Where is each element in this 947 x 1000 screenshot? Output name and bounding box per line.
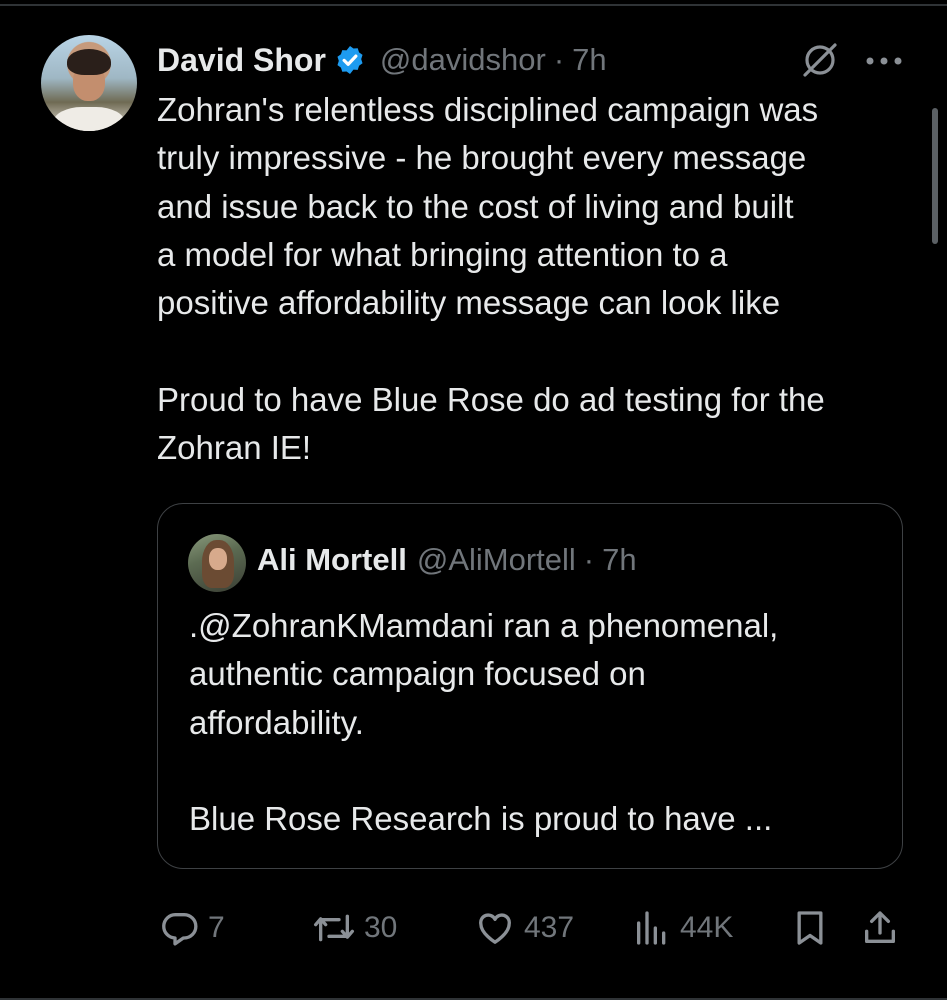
tweet-time[interactable]: 7h — [572, 42, 606, 78]
quoted-author-handle[interactable]: @AliMortell — [417, 542, 576, 578]
like-icon — [479, 913, 511, 944]
verified-badge-icon — [337, 46, 363, 74]
quoted-tweet-header: Ali Mortell @AliMortell · 7h — [257, 542, 637, 578]
reply-icon — [162, 912, 198, 946]
separator-dot: · — [553, 42, 565, 77]
like-count: 437 — [524, 911, 575, 944]
views-button[interactable]: 44K — [632, 900, 733, 956]
author-name[interactable]: David Shor — [157, 42, 326, 79]
share-button[interactable] — [860, 900, 900, 956]
like-button[interactable]: 437 — [474, 900, 574, 956]
repost-icon — [313, 914, 354, 942]
repost-count: 30 — [364, 911, 398, 944]
tweet-header: David Shor @davidshor · 7h — [157, 38, 607, 82]
quoted-author-avatar[interactable] — [188, 534, 246, 592]
views-icon — [637, 911, 666, 945]
more-icon[interactable] — [864, 56, 904, 66]
tweet-actions: 7 30 437 44K — [0, 900, 947, 956]
reply-button[interactable]: 7 — [160, 900, 225, 956]
views-count: 44K — [680, 911, 734, 944]
grok-icon[interactable] — [800, 40, 840, 80]
separator-dot: · — [583, 542, 595, 577]
repost-button[interactable]: 30 — [312, 900, 397, 956]
author-avatar[interactable] — [41, 35, 137, 131]
share-icon — [865, 911, 895, 943]
author-handle[interactable]: @davidshor — [380, 42, 546, 78]
quoted-tweet-time[interactable]: 7h — [602, 542, 636, 578]
quoted-author-name[interactable]: Ali Mortell — [257, 542, 407, 578]
quoted-tweet-text: .@ZohranKMamdani ran a phenomenal, authe… — [189, 607, 779, 838]
scrollbar[interactable] — [932, 108, 938, 244]
tweet-text: Zohran's relentless disciplined campaign… — [157, 91, 825, 467]
bookmark-button[interactable] — [790, 900, 830, 956]
quoted-tweet[interactable]: Ali Mortell @AliMortell · 7h .@ZohranKMa… — [157, 503, 903, 869]
bookmark-icon — [797, 911, 823, 945]
top-divider — [0, 4, 947, 6]
reply-count: 7 — [208, 911, 225, 944]
